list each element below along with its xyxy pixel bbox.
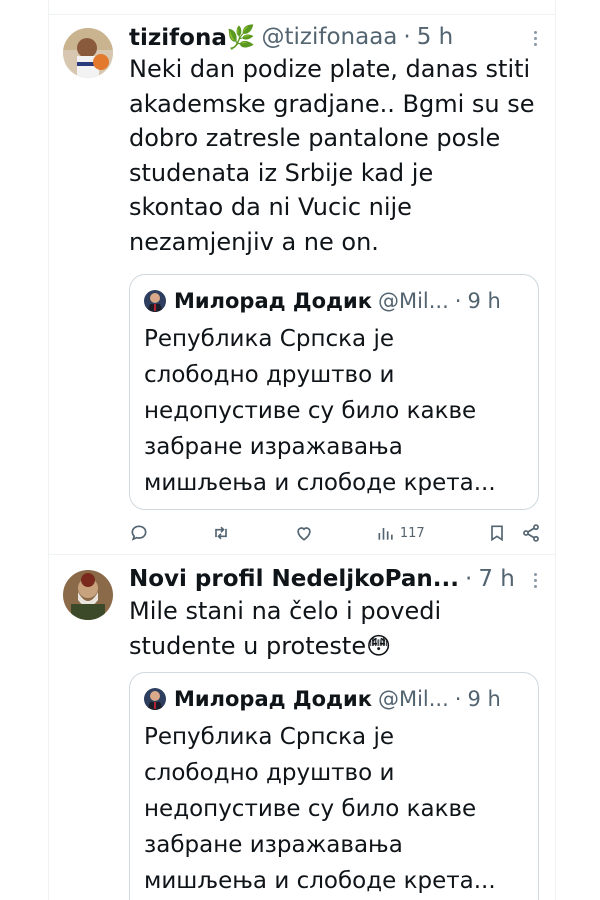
- share-button[interactable]: [521, 523, 541, 543]
- username[interactable]: @tizifonaaa: [262, 24, 398, 50]
- more-icon[interactable]: [525, 28, 545, 48]
- tweet-text: Mile stani na čelo i povedi studente u p…: [129, 597, 442, 660]
- reply-icon: [131, 525, 147, 541]
- views-button[interactable]: 117: [376, 523, 425, 543]
- quoted-tweet[interactable]: Милорад Додик @Mil... · 9 h Република Ср…: [129, 274, 539, 510]
- avatar: [144, 290, 166, 312]
- display-name[interactable]: Novi profil NedeljkoPan...: [129, 566, 459, 592]
- quoted-tweet-header: Милорад Додик @Mil... · 9 h: [144, 682, 526, 716]
- views-icon: [378, 528, 393, 540]
- tweet-header: tizifona🌿 @tizifonaaa · 5 h: [129, 20, 541, 54]
- share-icon: [523, 524, 539, 542]
- quoted-tweet-text: Република Српска је слободно друштво и н…: [144, 724, 496, 894]
- timestamp[interactable]: 7 h: [478, 566, 515, 592]
- display-name[interactable]: tizifona🌿: [129, 24, 256, 51]
- bookmark-icon: [491, 525, 503, 542]
- tweet-text: Neki dan podize plate, danas stiti akade…: [129, 55, 535, 256]
- divider: [49, 554, 555, 555]
- avatar[interactable]: [63, 570, 113, 620]
- separator: ·: [454, 687, 462, 711]
- separator: ·: [454, 289, 462, 313]
- tweet[interactable]: Novi profil NedeljkoPan... · 7 h Mile st…: [49, 556, 555, 900]
- timestamp[interactable]: 5 h: [417, 24, 454, 50]
- separator: ·: [465, 566, 473, 592]
- like-button[interactable]: [294, 523, 314, 543]
- tweet-header: Novi profil NedeljkoPan... · 7 h: [129, 562, 541, 596]
- tweet-actions: 117: [129, 518, 541, 548]
- quoted-tweet-text: Република Српска је слободно друштво и н…: [144, 326, 496, 496]
- timestamp: 9 h: [467, 289, 501, 313]
- display-name: Милорад Додик: [174, 687, 372, 711]
- retweet-button[interactable]: [211, 523, 231, 543]
- retweet-icon: [215, 526, 228, 540]
- timeline: tizifona🌿 @tizifonaaa · 5 h Neki dan pod…: [48, 0, 556, 900]
- username: @Mil...: [377, 687, 449, 711]
- bookmark-button[interactable]: [487, 523, 507, 543]
- quoted-tweet[interactable]: Милорад Додик @Mil... · 9 h Република Ср…: [129, 672, 539, 900]
- tweet[interactable]: tizifona🌿 @tizifonaaa · 5 h Neki dan pod…: [49, 14, 555, 554]
- like-icon: [296, 527, 311, 541]
- timestamp: 9 h: [467, 687, 501, 711]
- display-name: Милорад Додик: [174, 289, 372, 313]
- views-count: 117: [399, 525, 425, 541]
- username: @Mil...: [377, 289, 449, 313]
- separator: ·: [403, 24, 411, 50]
- avatar: [144, 688, 166, 710]
- quoted-tweet-header: Милорад Додик @Mil... · 9 h: [144, 284, 526, 318]
- reply-button[interactable]: [129, 523, 149, 543]
- avatar[interactable]: [63, 28, 113, 78]
- more-icon[interactable]: [525, 570, 545, 590]
